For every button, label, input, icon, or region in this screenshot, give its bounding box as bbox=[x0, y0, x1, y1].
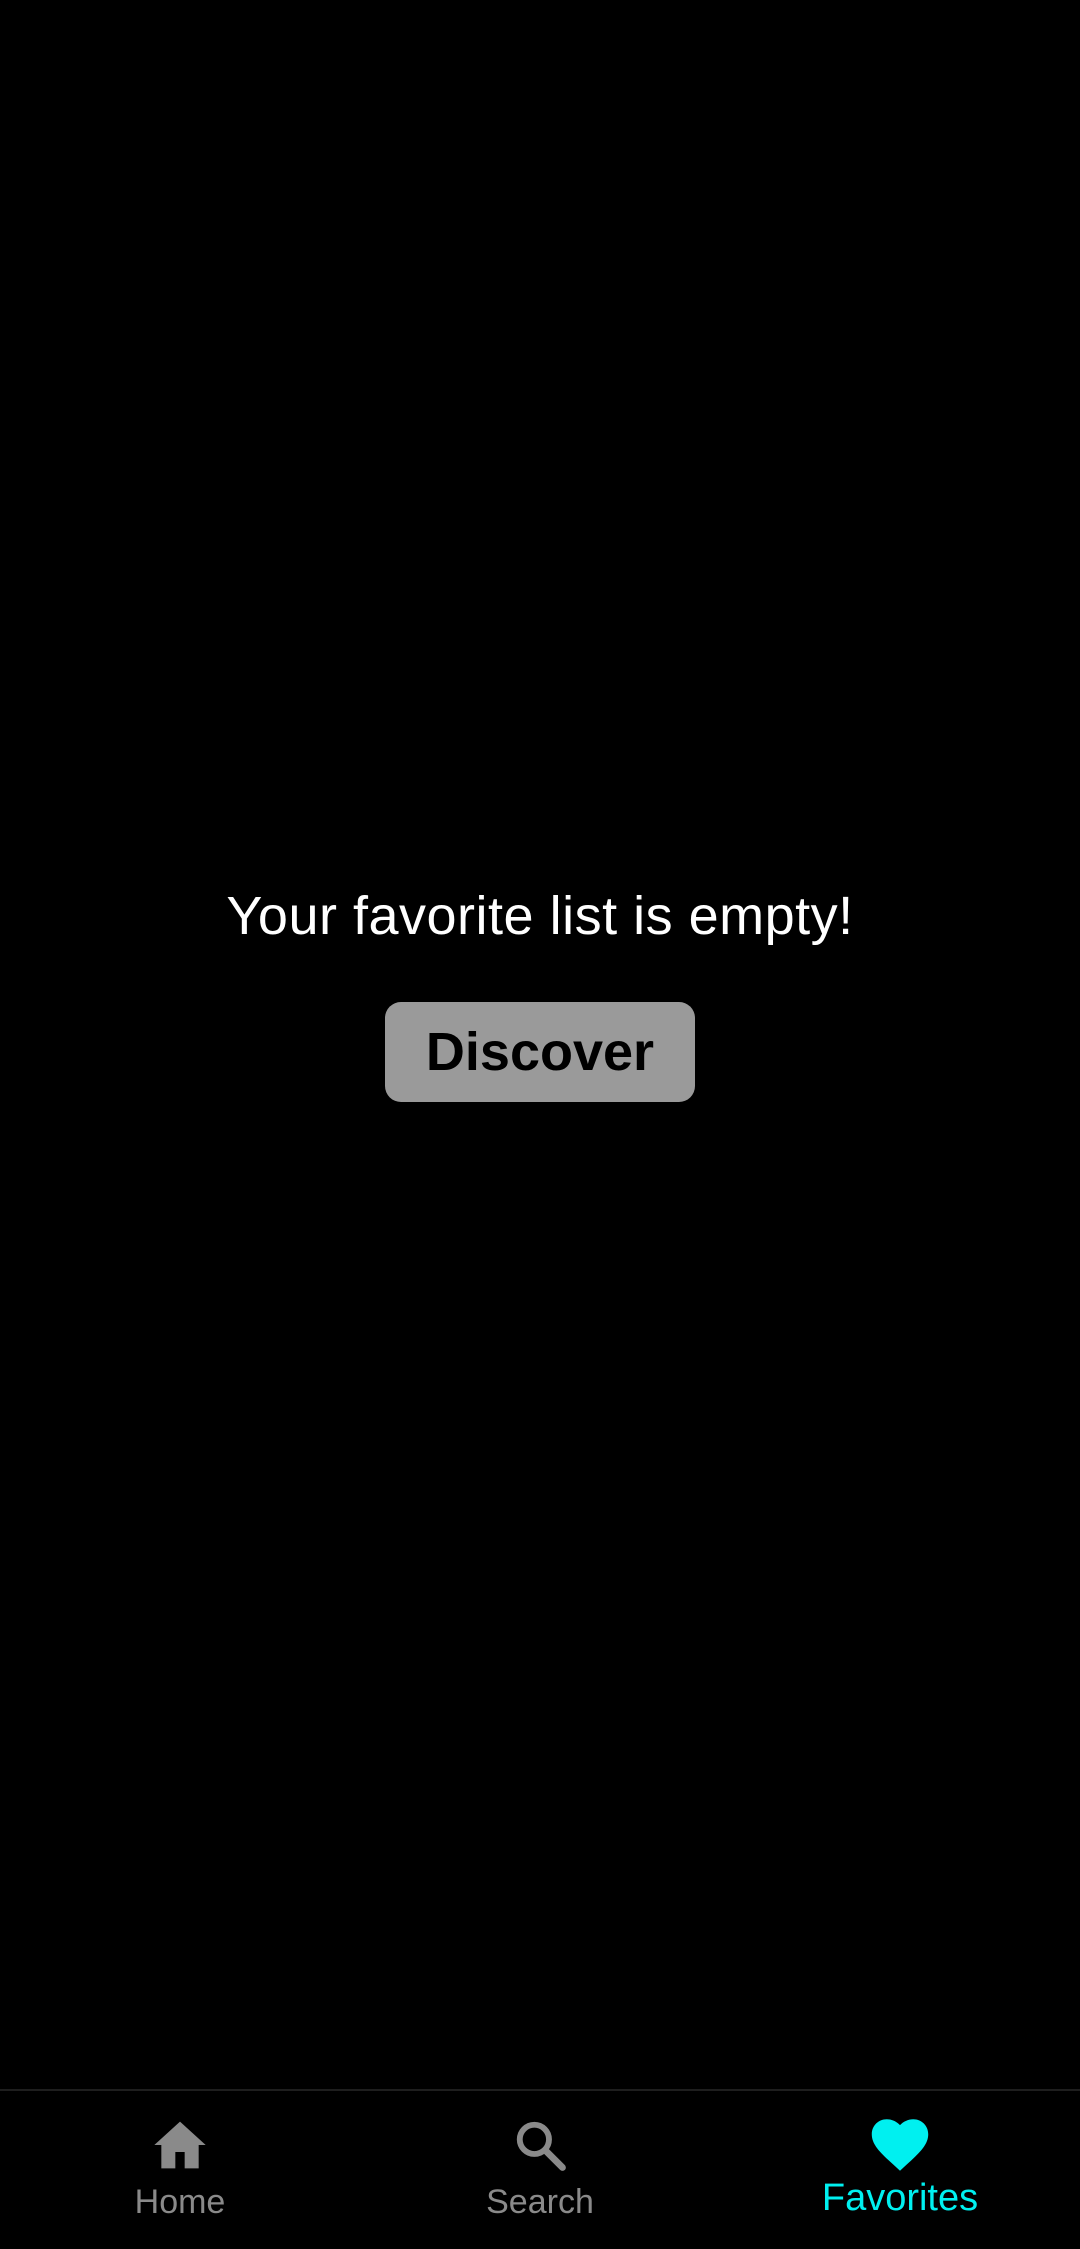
nav-label-home: Home bbox=[134, 2183, 226, 2221]
discover-button[interactable]: Discover bbox=[385, 1002, 695, 1102]
empty-state: Your favorite list is empty! Discover bbox=[0, 880, 1080, 1102]
nav-label-search: Search bbox=[486, 2183, 594, 2221]
empty-message: Your favorite list is empty! bbox=[226, 886, 854, 946]
home-icon bbox=[150, 2115, 210, 2175]
nav-item-search[interactable]: Search bbox=[360, 2091, 720, 2249]
heart-icon bbox=[870, 2115, 930, 2175]
nav-item-favorites[interactable]: Favorites bbox=[720, 2091, 1080, 2249]
nav-item-home[interactable]: Home bbox=[0, 2091, 360, 2249]
bottom-navigation: Home Search Favorites bbox=[0, 2089, 1080, 2249]
favorites-screen: Your favorite list is empty! Discover Ho… bbox=[0, 0, 1080, 2249]
search-icon bbox=[510, 2115, 570, 2175]
nav-label-favorites: Favorites bbox=[821, 2177, 979, 2219]
